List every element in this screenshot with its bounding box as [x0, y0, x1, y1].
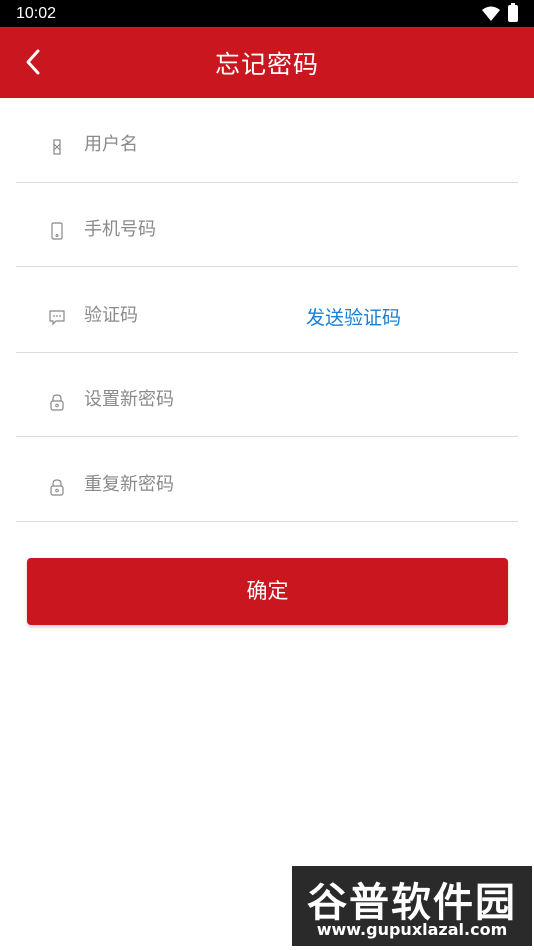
status-bar: 10:02 — [0, 0, 534, 27]
header-bar: 忘记密码 — [0, 27, 534, 98]
new-password-input[interactable] — [84, 389, 384, 410]
phone-row — [16, 183, 518, 267]
repeat-password-input[interactable] — [84, 474, 384, 495]
send-code-button[interactable]: 发送验证码 — [306, 303, 401, 330]
repeat-password-row — [16, 437, 518, 522]
user-icon — [53, 139, 61, 155]
lock-icon — [50, 479, 64, 496]
watermark: 谷普软件园 www.gupuxlazal.com — [292, 866, 532, 946]
phone-icon — [51, 222, 63, 240]
phone-input[interactable] — [84, 219, 384, 240]
lock-icon — [50, 394, 64, 411]
wifi-icon — [482, 6, 500, 25]
new-password-row — [16, 353, 518, 437]
battery-icon — [508, 3, 518, 22]
username-input[interactable] — [84, 134, 384, 155]
status-time: 10:02 — [16, 5, 57, 22]
message-icon — [49, 310, 65, 326]
code-input[interactable] — [84, 305, 284, 326]
username-row — [16, 98, 518, 183]
page-title: 忘记密码 — [214, 50, 319, 79]
watermark-url: www.gupuxlazal.com — [316, 920, 508, 939]
code-row: 发送验证码 — [16, 267, 518, 353]
confirm-button[interactable]: 确定 — [27, 558, 508, 625]
